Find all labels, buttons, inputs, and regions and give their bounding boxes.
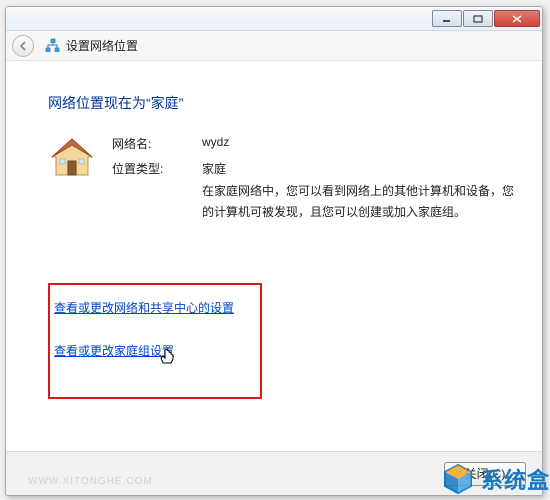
links-box: 查看或更改网络和共享中心的设置 查看或更改家庭组设置: [48, 283, 262, 399]
watermark-text: WWW.XITONGHE.COM: [28, 476, 153, 487]
page-heading: 网络位置现在为“家庭”: [48, 93, 518, 113]
view-network-sharing-link[interactable]: 查看或更改网络和共享中心的设置: [54, 299, 234, 316]
home-network-icon: [48, 135, 96, 182]
view-homegroup-link[interactable]: 查看或更改家庭组设置: [54, 342, 174, 359]
arrow-left-icon: [17, 40, 29, 52]
location-type-value: 家庭: [202, 160, 518, 177]
back-button[interactable]: [12, 35, 34, 57]
network-name-row: 网络名: wydz: [112, 135, 518, 152]
titlebar: [6, 7, 542, 31]
brand-cube-icon: [441, 462, 475, 496]
brand-text: 系统盒: [481, 463, 550, 495]
location-type-row: 位置类型: 家庭 在家庭网络中，您可以看到网络上的其他计算机和设备，您的计算机可…: [112, 160, 518, 223]
network-location-icon: [44, 38, 60, 54]
header-bar: 设置网络位置: [6, 31, 542, 61]
cursor-pointer-icon: [160, 348, 176, 369]
network-name-value: wydz: [202, 135, 518, 152]
brand-logo: 系统盒: [441, 462, 550, 496]
content-area: 网络位置现在为“家庭” 网络名: wydz 位置类型:: [6, 61, 542, 451]
close-window-button[interactable]: [494, 10, 540, 27]
network-name-label: 网络名:: [112, 135, 202, 152]
dialog-window: 设置网络位置 网络位置现在为“家庭” 网络名: wydz: [5, 6, 543, 496]
location-description: 在家庭网络中，您可以看到网络上的其他计算机和设备，您的计算机可被发现，且您可以创…: [202, 181, 518, 223]
minimize-button[interactable]: [432, 10, 462, 27]
location-type-label: 位置类型:: [112, 160, 202, 223]
maximize-button[interactable]: [463, 10, 493, 27]
window-title: 设置网络位置: [66, 37, 138, 54]
